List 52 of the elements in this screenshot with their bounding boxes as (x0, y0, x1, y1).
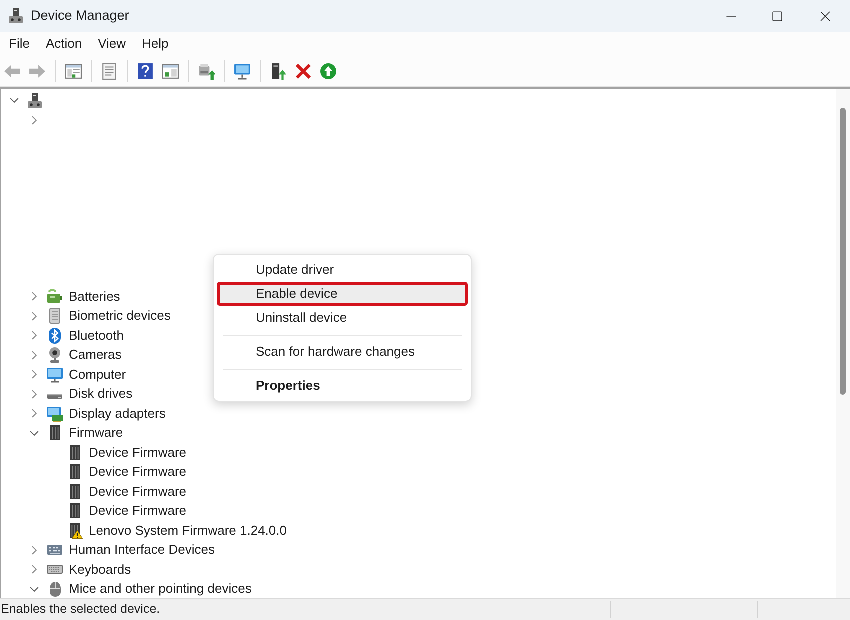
tree-item[interactable]: Biometric devices (69, 309, 171, 324)
status-text: Enables the selected device. (1, 601, 160, 618)
menu-item[interactable]: Enable device (217, 282, 468, 306)
menu-item[interactable]: Help (134, 33, 177, 55)
tree-item[interactable]: Bluetooth (69, 328, 124, 343)
scrollbar-thumb[interactable] (840, 108, 846, 395)
window-title: Device Manager (31, 6, 130, 25)
tree-item[interactable]: Keyboards (69, 562, 132, 577)
tree-item[interactable]: Computer (69, 368, 126, 382)
battery-icon (47, 288, 63, 305)
monitor-icon (47, 366, 63, 383)
menu-item[interactable]: Action (38, 33, 90, 55)
device-panel-icon (49, 308, 61, 324)
bluetooth-icon (49, 328, 61, 344)
app-icon (8, 8, 24, 24)
tree-item[interactable]: Device Firmware (89, 484, 187, 499)
chevron-right-icon[interactable] (32, 350, 36, 360)
close-icon (820, 10, 830, 22)
monitor-card-icon (47, 406, 63, 422)
tree-item[interactable]: Disk drives (69, 387, 133, 402)
tree-item[interactable]: Human Interface Devices (69, 543, 215, 558)
keyboard-icon (47, 565, 63, 574)
tree-item[interactable]: Display adapters (69, 406, 166, 421)
tree-item[interactable]: Mice and other pointing devices (69, 582, 252, 596)
chevron-right-icon[interactable] (32, 292, 36, 302)
menu-item[interactable]: File (1, 33, 38, 55)
tree-item[interactable]: Device Firmware (89, 504, 187, 518)
chevron-right-icon[interactable] (32, 331, 36, 340)
chevron-right-icon[interactable] (32, 565, 36, 574)
chip-icon (50, 425, 60, 442)
tree-item[interactable]: Batteries (69, 290, 120, 304)
input-device-icon (47, 545, 63, 556)
maximize-icon (772, 10, 782, 22)
tree-item[interactable]: Lenovo System Firmware 1.24.0.0 (89, 524, 287, 538)
disk-drive-icon (47, 394, 63, 400)
chevron-right-icon[interactable] (32, 116, 36, 125)
chevron-right-icon[interactable] (32, 390, 36, 399)
chevron-right-icon[interactable] (32, 546, 36, 555)
chevron-down-icon[interactable] (30, 430, 38, 436)
menu-item[interactable]: View (90, 33, 134, 55)
tree-item[interactable]: Device Firmware (89, 465, 187, 480)
webcam-icon (49, 347, 61, 364)
chevron-right-icon[interactable] (32, 409, 36, 418)
chevron-right-icon[interactable] (32, 312, 36, 321)
tree-item[interactable]: Firmware (69, 426, 124, 440)
tree-item[interactable]: Device Firmware (89, 446, 187, 460)
tree-item[interactable]: Cameras (69, 348, 122, 362)
chevron-down-icon[interactable] (10, 98, 18, 104)
chevron-right-icon[interactable] (32, 370, 36, 380)
scrollbar[interactable] (836, 89, 850, 598)
chevron-down-icon[interactable] (30, 586, 38, 592)
desktop-icon (27, 92, 43, 109)
